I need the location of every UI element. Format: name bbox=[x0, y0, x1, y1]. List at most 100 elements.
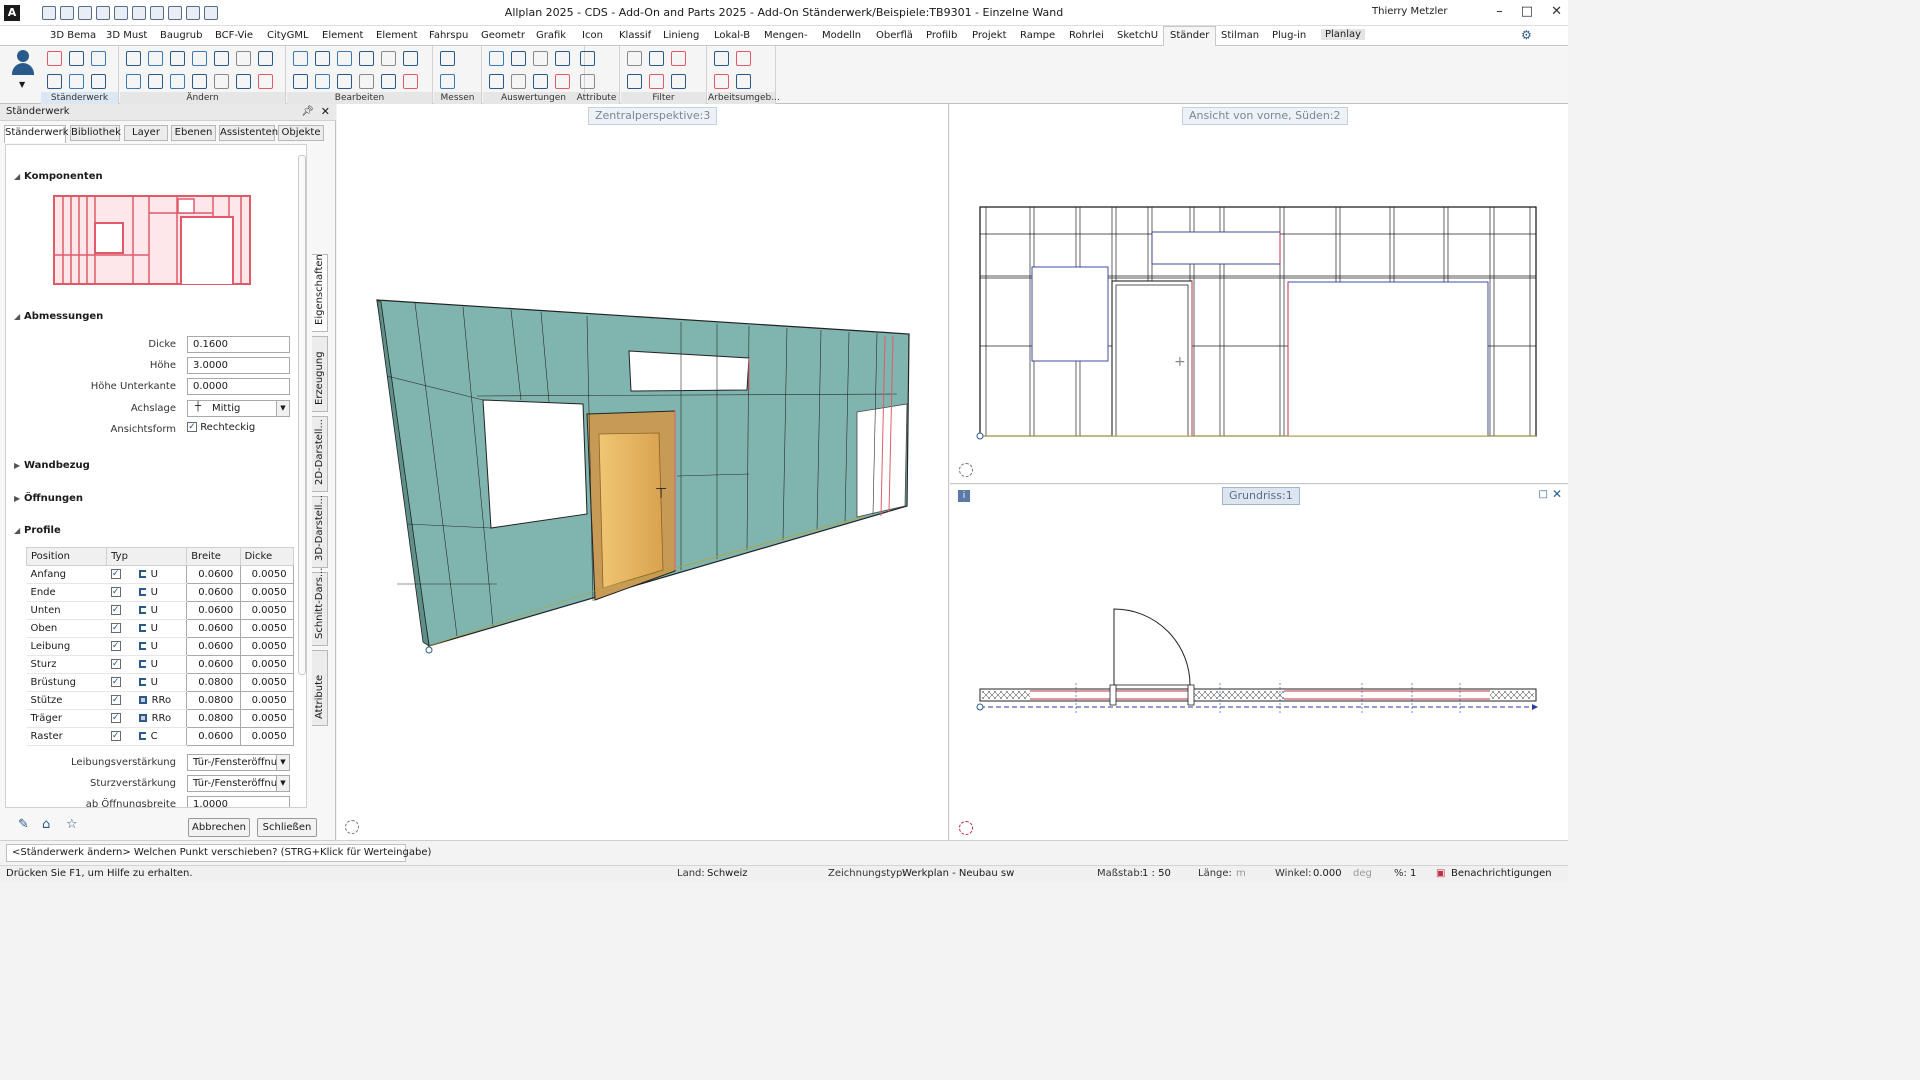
checkbox-icon[interactable]: ✓ bbox=[110, 659, 121, 669]
table-row[interactable]: Sturz ✓ U 0.0600 0.0050 bbox=[26, 655, 295, 674]
ribbon-tool-icon[interactable] bbox=[627, 51, 642, 66]
ribbon-tool-icon[interactable] bbox=[555, 51, 570, 66]
section-oeffnungen[interactable]: ▶ Öffnungen bbox=[14, 493, 83, 504]
ribbon-tool-icon[interactable] bbox=[359, 74, 374, 89]
viewport-perspective[interactable]: Zentralperspektive:3 ⊤ bbox=[337, 104, 949, 840]
breite-cell[interactable]: 0.0800 bbox=[186, 673, 241, 692]
column-header[interactable]: Breite bbox=[186, 547, 241, 566]
dicke-cell[interactable]: 0.0050 bbox=[239, 727, 295, 746]
viewport-plan[interactable]: Grundriss:1 i □ ✕ bbox=[950, 485, 1568, 840]
section-abmessungen[interactable]: ◢ Abmessungen bbox=[14, 311, 103, 322]
save-favorite-icon[interactable]: ☆ bbox=[66, 817, 78, 832]
ribbon-tool-icon[interactable] bbox=[580, 74, 595, 89]
dicke-cell[interactable]: 0.0050 bbox=[239, 691, 295, 710]
ribbon-tool-icon[interactable] bbox=[403, 51, 418, 66]
navigation-icon[interactable] bbox=[959, 821, 973, 835]
ribbon-tool-icon[interactable] bbox=[258, 51, 273, 66]
hoehe-field[interactable]: 3.0000 bbox=[187, 357, 290, 374]
side-tab-6[interactable]: Attribute bbox=[312, 650, 328, 726]
ribbon-tool-icon[interactable] bbox=[714, 51, 729, 66]
ribbon-tool-icon[interactable] bbox=[293, 74, 308, 89]
tab-lokal-b[interactable]: Lokal-B bbox=[714, 30, 750, 41]
table-row[interactable]: Stütze ✓ RRo 0.0800 0.0050 bbox=[26, 691, 295, 710]
dicke-cell[interactable]: 0.0050 bbox=[239, 673, 295, 692]
dicke-cell[interactable]: 0.0050 bbox=[239, 565, 295, 584]
ribbon-tool-icon[interactable] bbox=[293, 51, 308, 66]
breite-cell[interactable]: 0.0600 bbox=[186, 583, 241, 602]
panel-tab-6[interactable]: Objekte bbox=[278, 125, 324, 141]
checkbox-icon[interactable]: ✓ bbox=[110, 623, 121, 633]
viewport-front[interactable]: Ansicht von vorne, Süden:2 + bbox=[950, 104, 1568, 484]
ribbon-tool-icon[interactable] bbox=[69, 74, 84, 89]
ribbon-tool-icon[interactable] bbox=[214, 74, 229, 89]
typ-cell[interactable]: ✓ U bbox=[106, 673, 187, 692]
ribbon-tool-icon[interactable] bbox=[236, 51, 251, 66]
panel-tab-3[interactable]: Layer bbox=[124, 125, 168, 141]
breite-cell[interactable]: 0.0600 bbox=[186, 601, 241, 620]
ribbon-tool-icon[interactable] bbox=[440, 74, 455, 89]
tab-mengen-[interactable]: Mengen- bbox=[764, 30, 808, 41]
grid-icon[interactable] bbox=[60, 6, 74, 20]
tab-planlay[interactable]: Planlay bbox=[1321, 29, 1366, 40]
ribbon-tool-icon[interactable] bbox=[649, 74, 664, 89]
breite-cell[interactable]: 0.0800 bbox=[186, 691, 241, 710]
cancel-button[interactable]: Abbrechen bbox=[188, 818, 250, 837]
section-profile[interactable]: ◢ Profile bbox=[14, 525, 61, 536]
ribbon-tool-icon[interactable] bbox=[91, 74, 106, 89]
panel-tab-1[interactable]: Ständerwerk bbox=[4, 125, 69, 143]
command-prompt[interactable]: <Ständerwerk ändern> Welchen Punkt versc… bbox=[6, 844, 431, 862]
hoehe-unterkante-field[interactable]: 0.0000 bbox=[187, 378, 290, 395]
side-tab-5[interactable]: Schnitt-Dars... bbox=[312, 568, 328, 646]
tab-modelln[interactable]: Modelln bbox=[822, 30, 861, 41]
ribbon-tool-icon[interactable] bbox=[649, 51, 664, 66]
ribbon-tool-icon[interactable] bbox=[555, 74, 570, 89]
user-name[interactable]: Thierry Metzler bbox=[1372, 6, 1448, 17]
ribbon-tool-icon[interactable] bbox=[148, 51, 163, 66]
checkbox-icon[interactable]: ✓ bbox=[110, 677, 121, 687]
ribbon-tool-icon[interactable] bbox=[315, 51, 330, 66]
checkbox-icon[interactable]: ✓ bbox=[110, 569, 121, 579]
ribbon-tool-icon[interactable] bbox=[489, 51, 504, 66]
zeichnungstyp-value[interactable]: Werkplan - Neubau sw bbox=[902, 868, 1014, 879]
ribbon-tool-icon[interactable] bbox=[47, 74, 62, 89]
viewport-icon[interactable] bbox=[186, 6, 200, 20]
section-wandbezug[interactable]: ▶ Wandbezug bbox=[14, 460, 90, 471]
table-row[interactable]: Leibung ✓ U 0.0600 0.0050 bbox=[26, 637, 295, 656]
ribbon-tool-icon[interactable] bbox=[671, 74, 686, 89]
dicke-cell[interactable]: 0.0050 bbox=[239, 601, 295, 620]
ribbon-tool-icon[interactable] bbox=[580, 51, 595, 66]
column-header[interactable]: Position bbox=[25, 547, 108, 566]
ribbon-tool-icon[interactable] bbox=[533, 51, 548, 66]
ribbon-tool-icon[interactable] bbox=[214, 51, 229, 66]
checkbox-icon[interactable]: ✓ bbox=[110, 713, 121, 723]
table-row[interactable]: Unten ✓ U 0.0600 0.0050 bbox=[26, 601, 295, 620]
ribbon-tool-icon[interactable] bbox=[714, 74, 729, 89]
ribbon-tool-icon[interactable] bbox=[192, 74, 207, 89]
ribbon-tool-icon[interactable] bbox=[736, 51, 751, 66]
ribbon-tool-icon[interactable] bbox=[69, 51, 84, 66]
ribbon-tool-icon[interactable] bbox=[91, 51, 106, 66]
ribbon-tool-icon[interactable] bbox=[381, 51, 396, 66]
wall-3d-model[interactable]: ⊤ bbox=[337, 104, 949, 840]
tab-profilb[interactable]: Profilb bbox=[926, 30, 957, 41]
ansichtsform-checkbox[interactable]: ✓ Rechteckig bbox=[187, 422, 255, 433]
dicke-cell[interactable]: 0.0050 bbox=[239, 583, 295, 602]
winkel-value[interactable]: 0.000 bbox=[1313, 868, 1342, 879]
tab-geometr[interactable]: Geometr bbox=[481, 30, 525, 41]
app-logo[interactable]: A bbox=[4, 5, 20, 21]
ribbon-tool-icon[interactable] bbox=[381, 74, 396, 89]
ribbon-tool-icon[interactable] bbox=[440, 51, 455, 66]
massstab-value[interactable]: 1 : 50 bbox=[1142, 868, 1171, 879]
checkbox-icon[interactable]: ✓ bbox=[110, 641, 121, 651]
tab-bcf-vie[interactable]: BCF-Vie bbox=[215, 30, 253, 41]
dicke-cell[interactable]: 0.0050 bbox=[239, 655, 295, 674]
ribbon-tool-icon[interactable] bbox=[511, 74, 526, 89]
ribbon-tool-icon[interactable] bbox=[627, 74, 642, 89]
table-row[interactable]: Brüstung ✓ U 0.0800 0.0050 bbox=[26, 673, 295, 692]
notifications-label[interactable]: Benachrichtigungen bbox=[1451, 868, 1552, 879]
ribbon-tool-icon[interactable] bbox=[671, 51, 686, 66]
save-icon[interactable] bbox=[78, 6, 92, 20]
section-komponenten[interactable]: ◢ Komponenten bbox=[14, 171, 103, 182]
ribbon-tool-icon[interactable] bbox=[126, 74, 141, 89]
column-header[interactable]: Dicke bbox=[239, 547, 295, 566]
